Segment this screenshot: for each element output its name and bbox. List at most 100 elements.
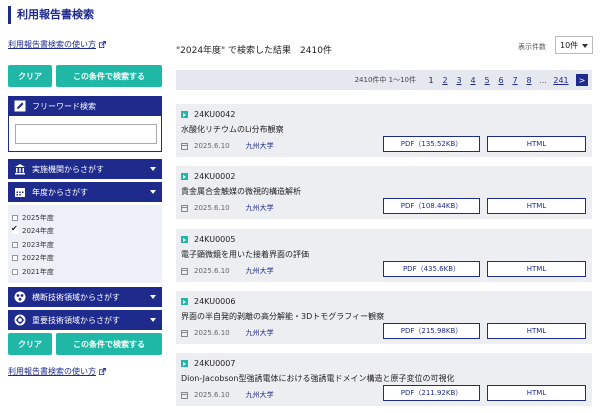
range-text: 2410件中 1〜10件 [354, 76, 416, 84]
result-item: 24KU0042 水酸化リチウムのLi分布観察 2025.6.10 九州大学 PD… [176, 104, 592, 157]
report-title[interactable]: 界面の半自発的剥離の高分解能・3Dトモグラフィー観察 [181, 311, 384, 322]
next-page-button[interactable]: > [576, 74, 588, 86]
html-button[interactable]: HTML [487, 385, 586, 401]
play-icon [181, 360, 188, 367]
checkbox[interactable] [12, 255, 18, 262]
report-institution: 九州大学 [245, 267, 274, 275]
help-link-top[interactable]: 利用報告書検索の使い方 [8, 39, 106, 50]
calendar-icon [181, 142, 188, 150]
result-item: 24KU0007 Dion-Jacobson型強誘電体における強誘電ドメイン構造… [176, 353, 592, 406]
year-option[interactable]: 2023年度 [12, 238, 158, 252]
gear-icon [14, 314, 26, 326]
report-id: 24KU0042 [194, 110, 236, 119]
key-tech-label: 重要技術領域からさがす [32, 315, 120, 325]
free-word-input[interactable] [15, 124, 157, 144]
pagination: 2410件中 1〜10件 1 2 3 4 5 6 7 8 ... 241 > [176, 70, 592, 90]
chevron-down-icon [150, 295, 156, 299]
report-date: 2025.6.10 [194, 204, 230, 212]
report-id: 24KU0007 [194, 359, 236, 368]
pdf-button[interactable]: PDF（435.6KB） [383, 261, 480, 277]
checkbox[interactable] [12, 268, 18, 275]
report-title[interactable]: 水酸化リチウムのLi分布観察 [181, 124, 284, 135]
network-icon [14, 291, 26, 303]
per-page-select[interactable]: 10件 [555, 36, 593, 54]
calendar-icon [15, 188, 25, 197]
clear-button[interactable]: クリア [8, 65, 52, 87]
year-option[interactable]: 2025年度 [12, 211, 158, 225]
report-title[interactable]: Dion-Jacobson型強誘電体における強誘電ドメイン構造と原子変位の可視化 [181, 373, 454, 384]
chevron-down-icon [582, 44, 588, 48]
checkbox[interactable] [12, 241, 18, 248]
pdf-button[interactable]: PDF（211.92KB） [383, 385, 480, 401]
institution-header[interactable]: 実施機関からさがす [8, 159, 162, 179]
report-institution: 九州大学 [245, 204, 274, 212]
page-link[interactable]: 8 [522, 76, 536, 85]
free-word-panel [8, 116, 162, 152]
calendar-icon [181, 267, 188, 275]
play-icon [181, 173, 188, 180]
report-id: 24KU0005 [194, 235, 236, 244]
pdf-button[interactable]: PDF（215.98KB） [383, 323, 480, 339]
clear-button[interactable]: クリア [8, 333, 52, 355]
report-date: 2025.6.10 [194, 142, 230, 150]
year-option-label: 2024年度 [22, 227, 54, 236]
search-button[interactable]: この条件で検索する [56, 65, 162, 87]
report-date: 2025.6.10 [194, 329, 230, 337]
result-item: 24KU0002 貴金属合金触媒の微視的構造解析 2025.6.10 九州大学 P… [176, 166, 592, 219]
year-header[interactable]: 年度からさがす [8, 182, 162, 202]
page-link[interactable]: 5 [480, 76, 494, 85]
report-institution: 九州大学 [245, 329, 274, 337]
html-button[interactable]: HTML [487, 261, 586, 277]
report-id: 24KU0002 [194, 172, 236, 181]
calendar-icon [181, 329, 188, 337]
report-title[interactable]: 貴金属合金触媒の微視的構造解析 [181, 186, 301, 197]
external-link-icon [99, 368, 106, 375]
page-link-current[interactable]: 1 [424, 76, 438, 85]
results-title: "2024年度" で検索した結果 2410件 [176, 46, 332, 56]
report-date: 2025.6.10 [194, 391, 230, 399]
checkbox[interactable] [12, 214, 18, 221]
page-link[interactable]: 2 [438, 76, 452, 85]
html-button[interactable]: HTML [487, 323, 586, 339]
building-icon [15, 164, 25, 175]
calendar-icon [181, 204, 188, 212]
external-link-icon [99, 41, 106, 48]
report-title[interactable]: 電子顕微鏡を用いた接着界面の評価 [181, 249, 309, 260]
page-link[interactable]: 7 [508, 76, 522, 85]
page-link[interactable]: 6 [494, 76, 508, 85]
report-id: 24KU0006 [194, 297, 236, 306]
html-button[interactable]: HTML [487, 136, 586, 152]
pdf-button[interactable]: PDF（135.52KB） [383, 136, 480, 152]
html-button[interactable]: HTML [487, 198, 586, 214]
result-item: 24KU0006 界面の半自発的剥離の高分解能・3Dトモグラフィー観察 2025… [176, 291, 592, 344]
report-date: 2025.6.10 [194, 267, 230, 275]
page-link[interactable]: 3 [452, 76, 466, 85]
free-word-header[interactable]: フリーワード検索 [8, 96, 162, 116]
help-link-bottom[interactable]: 利用報告書検索の使い方 [8, 366, 106, 377]
checkbox-checked[interactable] [11, 224, 18, 235]
report-institution: 九州大学 [245, 391, 274, 399]
pdf-button[interactable]: PDF（108.44KB） [383, 198, 480, 214]
year-option[interactable]: 2022年度 [12, 252, 158, 266]
key-tech-header[interactable]: 重要技術領域からさがす [8, 310, 162, 330]
chevron-down-icon [150, 167, 156, 171]
help-link-label: 利用報告書検索の使い方 [8, 40, 96, 49]
free-word-label: フリーワード検索 [32, 101, 96, 111]
chevron-down-icon [150, 318, 156, 322]
cross-tech-header[interactable]: 横断技術領域からさがす [8, 287, 162, 307]
button-row-top: クリア この条件で検索する [8, 65, 162, 87]
year-option[interactable]: 2021年度 [12, 265, 158, 279]
play-icon [181, 111, 188, 118]
year-option[interactable]: 2024年度 [11, 224, 158, 239]
per-page-value: 10件 [560, 40, 579, 50]
help-link-label: 利用報告書検索の使い方 [8, 367, 96, 376]
cross-tech-label: 横断技術領域からさがす [32, 292, 120, 302]
year-option-label: 2023年度 [22, 240, 54, 249]
page-link-last[interactable]: 241 [550, 76, 572, 85]
year-option-label: 2021年度 [22, 267, 54, 276]
chevron-down-icon [150, 190, 156, 194]
page-link[interactable]: 4 [466, 76, 480, 85]
calendar-icon [181, 391, 188, 399]
pencil-icon [14, 100, 26, 112]
search-button[interactable]: この条件で検索する [56, 333, 162, 355]
